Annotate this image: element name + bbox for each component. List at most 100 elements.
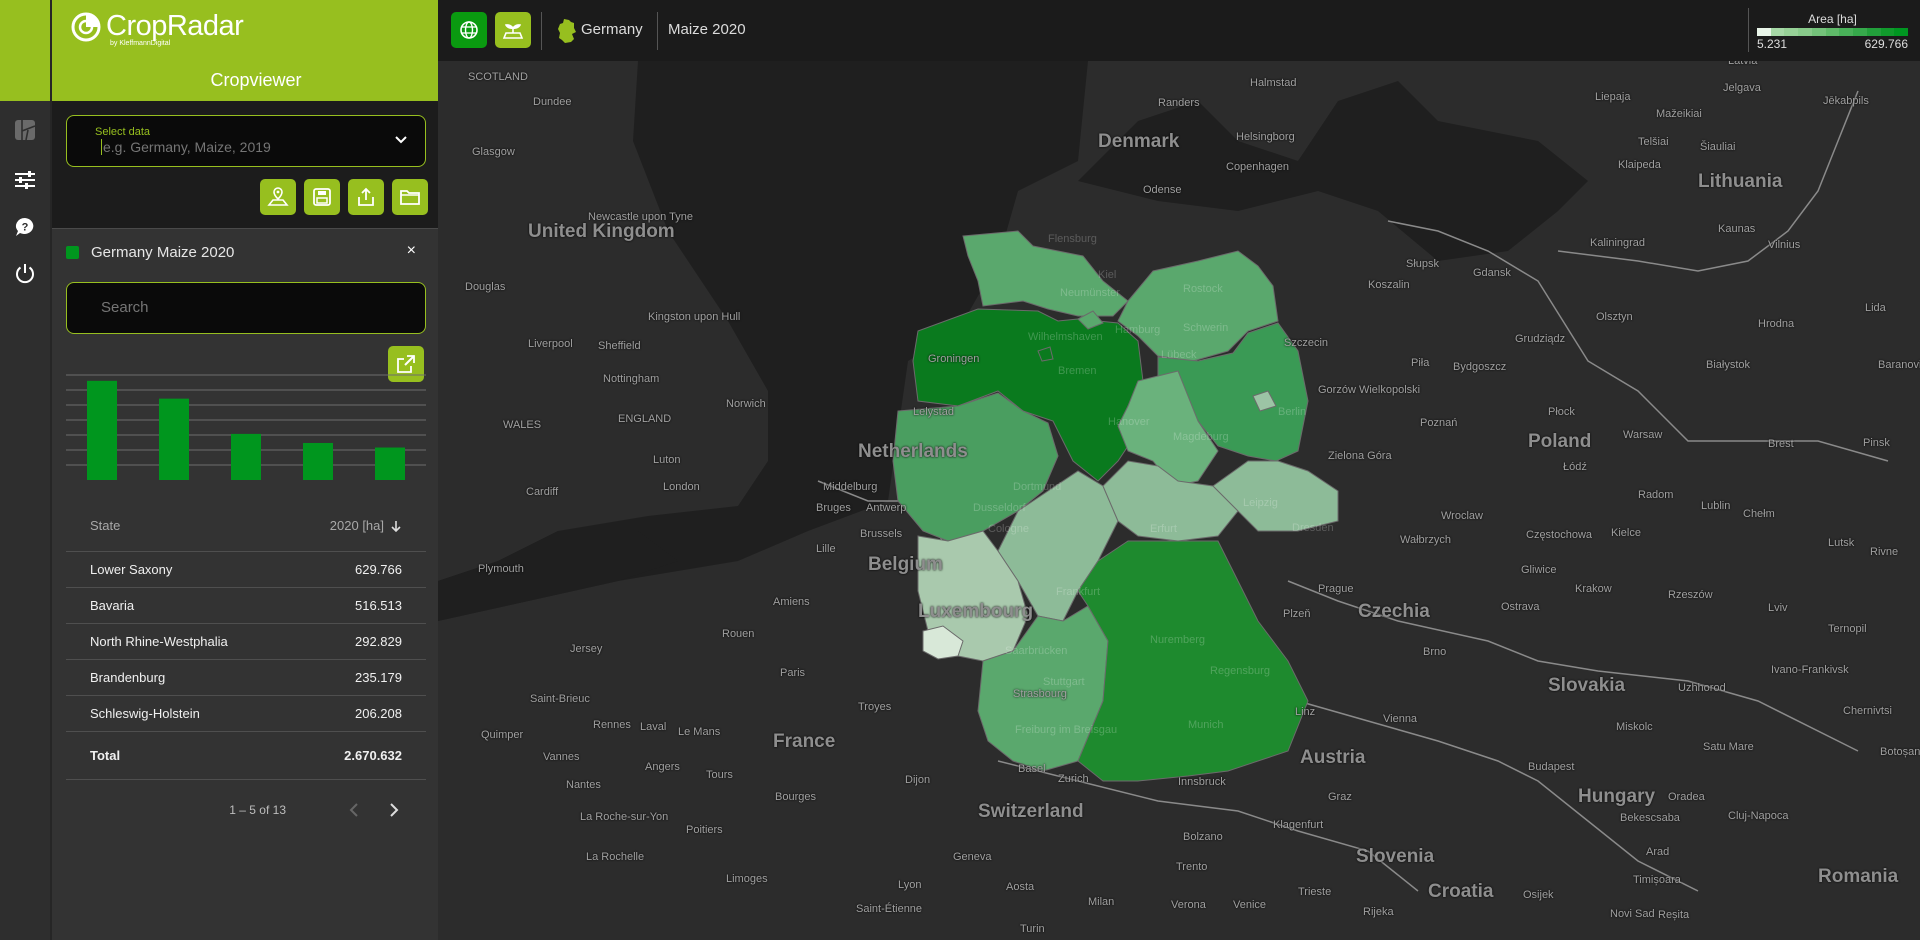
city-label: Brussels <box>860 528 903 540</box>
city-label: Chernivtsi <box>1843 705 1892 717</box>
close-layer-button[interactable]: × <box>407 242 416 260</box>
city-label: Poitiers <box>686 824 723 836</box>
city-label: Klaipeda <box>1618 159 1661 171</box>
city-label: Jēkabpils <box>1823 95 1869 107</box>
legend-color-step <box>1825 28 1840 36</box>
upload-icon <box>358 187 374 206</box>
state-name: Brandenburg <box>90 670 166 685</box>
city-label: Krakow <box>1575 583 1612 595</box>
table-row[interactable]: Schleswig-Holstein 206.208 <box>66 696 426 732</box>
next-page-button[interactable] <box>382 798 406 822</box>
state-label: Saarbrücken <box>1005 645 1068 657</box>
brand-logo: CropRadar <box>70 10 244 43</box>
chevron-right-icon <box>390 803 399 817</box>
country-label: Netherlands <box>858 441 968 462</box>
location-map-button[interactable] <box>260 179 296 215</box>
city-label: Tours <box>706 769 733 781</box>
city-label: London <box>663 481 700 493</box>
city-label: Ostrava <box>1501 601 1540 613</box>
country-label: Poland <box>1528 431 1592 452</box>
brand-subtitle: by KleffmannDigital <box>110 40 171 47</box>
table-row[interactable]: Lower Saxony 629.766 <box>66 552 426 588</box>
state-bar-chart <box>66 374 426 480</box>
city-label: Venice <box>1233 899 1267 911</box>
state-label: Bremen <box>1058 365 1097 377</box>
table-row[interactable]: Bavaria 516.513 <box>66 588 426 624</box>
chart-bar-north-rhine-westphalia[interactable] <box>231 433 261 480</box>
state-label: Stuttgart <box>1043 676 1085 688</box>
icon-rail: ? <box>0 0 50 940</box>
chart-bar-lower-saxony[interactable] <box>87 380 117 480</box>
city-label: Vilnius <box>1768 239 1801 251</box>
city-label: Brest <box>1768 438 1794 450</box>
help-icon[interactable]: ? <box>10 212 40 242</box>
legend-color-step <box>1839 28 1854 36</box>
open-folder-button[interactable] <box>392 179 428 215</box>
table-row[interactable]: Brandenburg 235.179 <box>66 660 426 696</box>
city-label: Rzeszów <box>1668 589 1713 601</box>
state-label: Lübeck <box>1161 349 1197 361</box>
state-label: Schwerin <box>1183 322 1229 334</box>
legend-color-step <box>1770 28 1785 36</box>
state-label: Rostock <box>1183 283 1223 295</box>
map-canvas[interactable]: SCOTLAND Dundee Glasgow Newcastle upon Tyne… <box>438 61 1920 940</box>
city-label: Kaunas <box>1718 223 1756 235</box>
table-total-row: Total 2.670.632 <box>66 732 426 780</box>
state-label: Neumünster <box>1060 287 1120 299</box>
toolbar <box>260 179 428 215</box>
city-label: Trento <box>1176 861 1208 873</box>
city-label: Lille <box>816 543 836 555</box>
previous-page-button[interactable] <box>342 798 366 822</box>
save-button[interactable] <box>304 179 340 215</box>
city-label: Bruges <box>816 502 851 514</box>
search-input[interactable] <box>101 299 401 316</box>
page-range: 1 – 5 of 13 <box>229 803 286 817</box>
state-table: State 2020 [ha] Lower Saxony 629.766 Bavar… <box>66 500 426 780</box>
germany-shape-icon <box>558 19 576 43</box>
state-label: Wilhelmshaven <box>1028 331 1103 343</box>
city-label: Rouen <box>722 628 755 640</box>
sliders-icon[interactable] <box>10 165 40 195</box>
chart-bar-schleswig-holstein[interactable] <box>375 447 405 480</box>
city-label: Bourges <box>775 791 816 803</box>
upload-button[interactable] <box>348 179 384 215</box>
country-label[interactable]: Germany <box>581 21 643 38</box>
city-label: Zielona Góra <box>1328 450 1392 462</box>
column-header-value[interactable]: 2020 [ha] <box>330 518 402 533</box>
save-icon <box>313 188 331 206</box>
city-label: Strasbourg <box>1013 688 1067 700</box>
table-row[interactable]: North Rhine-Westphalia 292.829 <box>66 624 426 660</box>
dataset-label[interactable]: Maize 2020 <box>668 21 746 38</box>
city-label: Koszalin <box>1368 279 1410 291</box>
city-label: Dijon <box>905 774 931 786</box>
globe-view-button[interactable] <box>451 12 487 48</box>
city-label: Gliwice <box>1521 564 1557 576</box>
crop-view-button[interactable] <box>495 12 531 48</box>
city-label: Słupsk <box>1406 258 1440 270</box>
search-field[interactable] <box>66 282 426 334</box>
chart-bar-brandenburg[interactable] <box>303 442 333 480</box>
select-data-dropdown[interactable]: Select data <box>66 115 426 167</box>
city-label: Bolzano <box>1183 831 1223 843</box>
city-label: Vannes <box>543 751 580 763</box>
chart-bar-bavaria[interactable] <box>159 398 189 480</box>
select-data-input[interactable] <box>101 139 381 155</box>
legend-color-step <box>1784 28 1799 36</box>
power-icon[interactable] <box>10 258 40 288</box>
select-data-label: Select data <box>95 126 151 138</box>
layers-icon[interactable] <box>10 115 40 145</box>
city-label: Nottingham <box>603 373 660 385</box>
sort-descending-icon <box>391 520 401 532</box>
city-label: Saint-Étienne <box>856 903 923 915</box>
city-label: Rivne <box>1870 546 1899 558</box>
column-header-state[interactable]: State <box>90 518 120 533</box>
city-label: Norwich <box>726 398 766 410</box>
chevron-down-icon[interactable] <box>393 132 409 148</box>
city-label: Gorzów Wielkopolski <box>1318 384 1421 396</box>
layer-color-swatch <box>66 245 79 259</box>
city-label: Dundee <box>533 96 572 108</box>
city-label: La Roche-sur-Yon <box>580 811 669 823</box>
city-label: Pinsk <box>1863 437 1890 449</box>
city-label: Groningen <box>928 353 980 365</box>
top-bar: Germany Maize 2020 Area [ha] 5.231 629.7… <box>438 0 1920 61</box>
